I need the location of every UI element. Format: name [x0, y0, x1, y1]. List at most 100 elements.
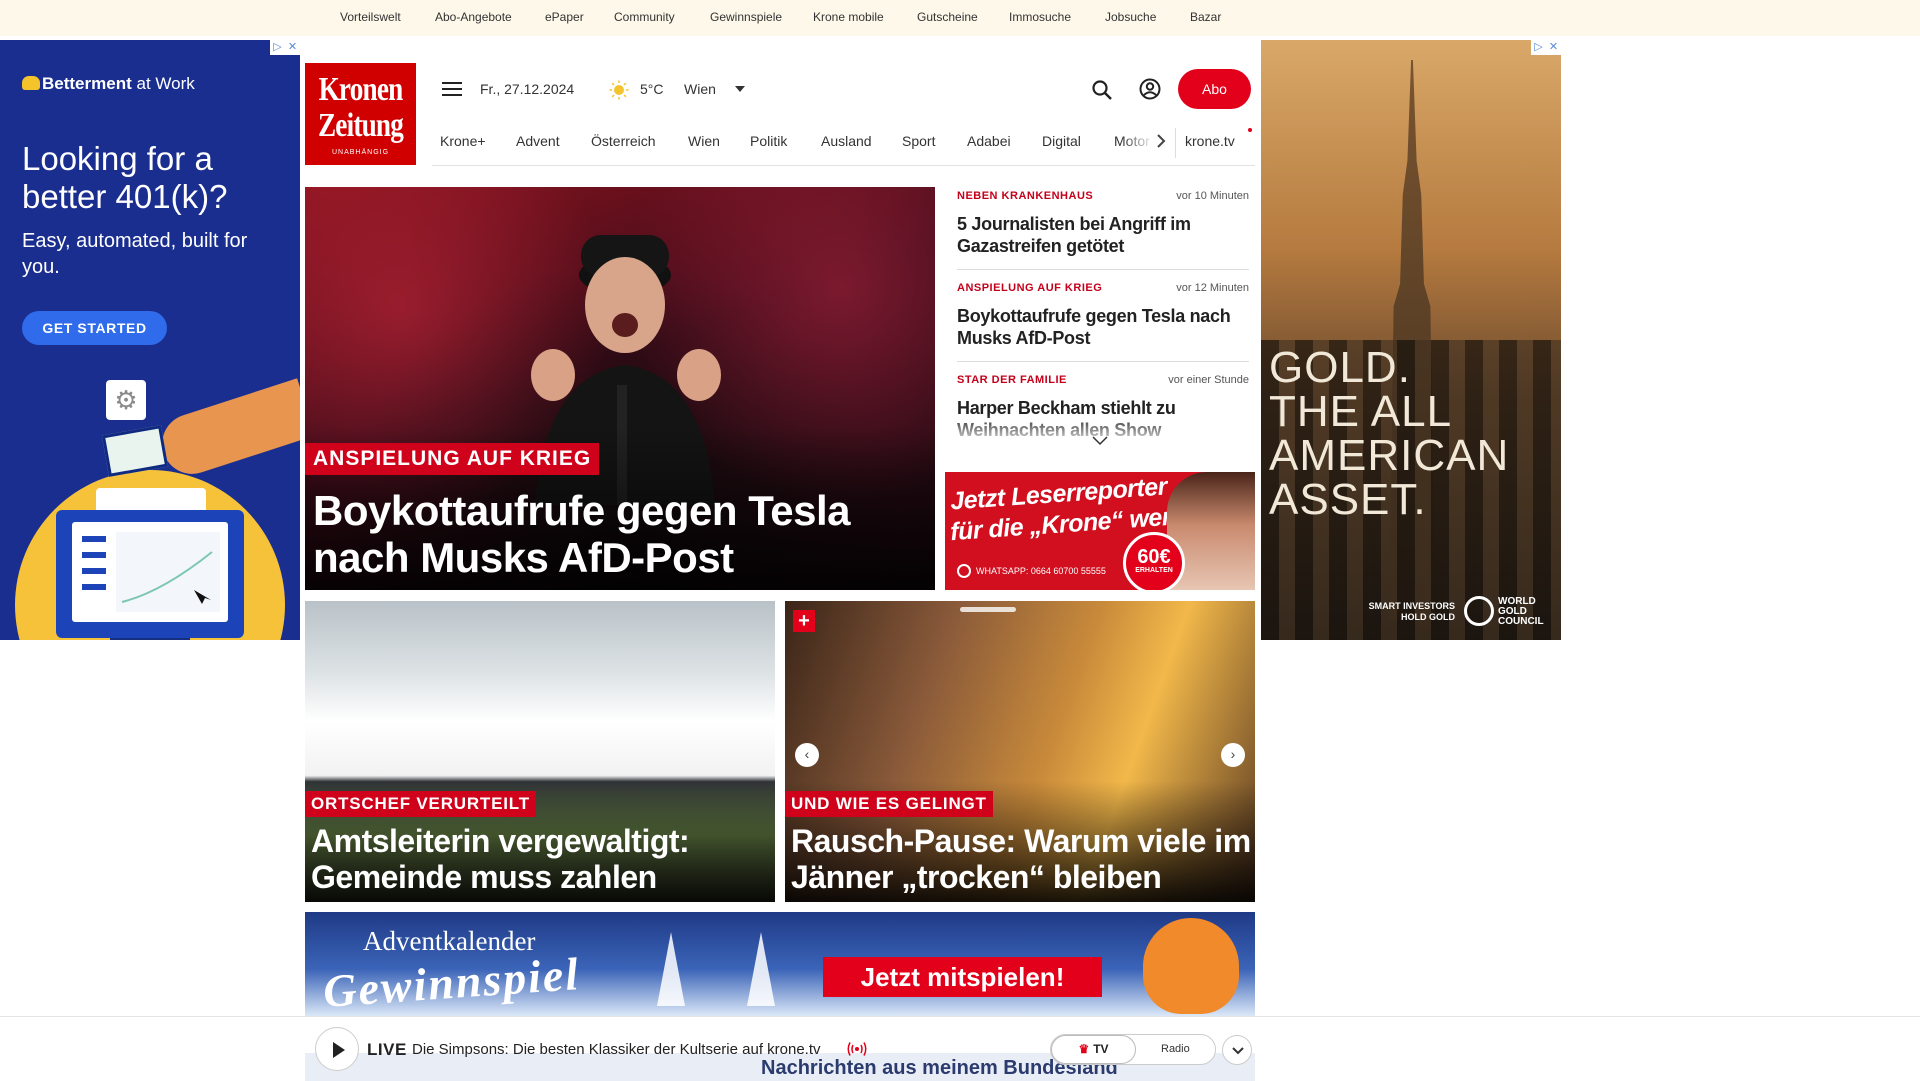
sun-icon — [609, 80, 629, 100]
chevron-right-icon[interactable] — [1154, 133, 1168, 149]
expand-player-button[interactable] — [1222, 1035, 1252, 1065]
nav-item-krone-tv[interactable]: krone.tv — [1185, 133, 1235, 149]
nav-item-politik[interactable]: Politik — [750, 133, 787, 149]
news-kicker: STAR DER FAMILIE — [957, 374, 1067, 386]
betterment-logo-icon — [22, 76, 40, 90]
krone-plus-badge: + — [793, 610, 815, 632]
whatsapp-icon — [957, 564, 971, 578]
left-ad-betterment[interactable]: Betterment at Work Looking for a better … — [0, 40, 300, 640]
close-icon[interactable]: ✕ — [1546, 40, 1561, 55]
search-icon[interactable] — [1091, 79, 1113, 101]
play-icon — [333, 1042, 345, 1058]
topbar-link-epaper[interactable]: ePaper — [545, 10, 584, 24]
news-kicker: ANSPIELUNG AUF KRIEG — [957, 282, 1103, 294]
topbar-link-krone-mobile[interactable]: Krone mobile — [813, 10, 884, 24]
live-dot-indicator — [1248, 128, 1252, 132]
topbar-link-gewinnspiele[interactable]: Gewinnspiele — [710, 10, 782, 24]
nav-item-sport[interactable]: Sport — [902, 133, 935, 149]
main-navigation: Krone+ Advent Österreich Wien Politik Au… — [432, 122, 1255, 166]
ad-gold-line: GOLD. — [1269, 343, 1411, 392]
right-ad-gold-council[interactable]: GOLD. THE ALL AMERICAN ASSET. SMART INVE… — [1261, 40, 1561, 640]
ad-subline: Easy, automated, built for you. — [22, 230, 248, 278]
ad-screen-illustration — [72, 522, 228, 622]
tv-toggle-option[interactable]: ♛ TV — [1051, 1035, 1136, 1064]
ad-choices-icon[interactable]: ▷ — [1531, 40, 1546, 55]
crown-icon: ♛ — [1078, 1042, 1090, 1056]
chevron-right-icon[interactable]: › — [1221, 743, 1245, 767]
card-kicker: UND WIE ES GELINGT — [785, 791, 993, 817]
news-kicker: NEBEN KRANKENHAUS — [957, 190, 1094, 202]
topbar-link-jobsuche[interactable]: Jobsuche — [1105, 10, 1156, 24]
city-selector[interactable]: Wien — [684, 81, 716, 97]
current-date: Fr., 27.12.2024 — [480, 81, 575, 97]
chevron-left-icon[interactable]: ‹ — [795, 743, 819, 767]
latest-news-list: NEBEN KRANKENHAUS vor 10 Minuten 5 Journ… — [947, 187, 1255, 442]
close-icon[interactable]: ✕ — [285, 40, 300, 55]
article-card-amtsleiterin[interactable]: ORTSCHEF VERURTEILT Amtsleiterin vergewa… — [305, 601, 775, 902]
ad-smart-investors: SMART INVESTORS HOLD GOLD — [1368, 601, 1455, 622]
gear-icon: ⚙ — [106, 380, 146, 420]
chevron-down-icon[interactable] — [735, 86, 745, 92]
nav-item-digital[interactable]: Digital — [1042, 133, 1081, 149]
topbar-link-gutscheine[interactable]: Gutscheine — [917, 10, 978, 24]
topbar-link-abo-angebote[interactable]: Abo-Angebote — [435, 10, 512, 24]
promo-whatsapp: WHATSAPP: 0664 60700 55555 — [957, 564, 1106, 578]
list-item[interactable]: ANSPIELUNG AUF KRIEG vor 12 Minuten Boyk… — [957, 279, 1249, 362]
news-headline[interactable]: 5 Journalisten bei Angriff im Gazastreif… — [957, 213, 1249, 257]
fox-mascot-illustration — [1143, 918, 1239, 1014]
play-button[interactable] — [315, 1027, 359, 1071]
news-headline[interactable]: Boykottaufrufe gegen Tesla nach Musks Af… — [957, 305, 1249, 349]
topbar-link-vorteilswelt[interactable]: Vorteilswelt — [340, 10, 401, 24]
ad-gold-line: ASSET. — [1269, 475, 1427, 524]
news-time: vor 10 Minuten — [1176, 190, 1249, 202]
nav-divider — [1175, 128, 1176, 158]
topbar-link-immosuche[interactable]: Immosuche — [1009, 10, 1071, 24]
promo-badge-amount: 60€ — [1137, 546, 1171, 568]
nav-item-adabei[interactable]: Adabei — [967, 133, 1011, 149]
promo-badge: 60€ ERHALTEN — [1123, 532, 1185, 590]
world-gold-council-logo-icon — [1464, 596, 1494, 626]
chevron-down-icon[interactable] — [1092, 436, 1108, 446]
chevron-down-icon — [1232, 1047, 1244, 1055]
mitspielen-button[interactable]: Jetzt mitspielen! — [823, 957, 1102, 997]
news-time: vor 12 Minuten — [1176, 282, 1249, 294]
user-account-icon[interactable] — [1139, 78, 1161, 100]
tv-label: TV — [1093, 1042, 1109, 1056]
nav-item-oesterreich[interactable]: Österreich — [591, 133, 656, 149]
article-card-rausch-pause[interactable]: + ‹ › UND WIE ES GELINGT Rausch-Pause: W… — [785, 601, 1255, 902]
ad-get-started-button[interactable]: GET STARTED — [22, 311, 167, 345]
news-time: vor einer Stunde — [1168, 374, 1249, 386]
live-stream-title[interactable]: Die Simpsons: Die besten Klassiker der K… — [412, 1041, 821, 1058]
ad-org-name: WORLD GOLD COUNCIL — [1498, 596, 1544, 627]
kronen-zeitung-logo[interactable]: Kronen Zeitung UNABHÄNGIG — [305, 63, 416, 165]
topbar-link-bazar[interactable]: Bazar — [1190, 10, 1221, 24]
ad-choices-icon[interactable]: ▷ — [270, 40, 285, 55]
hero-article[interactable]: ANSPIELUNG AUF KRIEG Boykottaufrufe gege… — [305, 187, 935, 590]
nav-item-advent[interactable]: Advent — [516, 133, 560, 149]
topbar-link-community[interactable]: Community — [614, 10, 675, 24]
ad-brand-name: Betterment — [42, 74, 132, 93]
card-title[interactable]: Rausch-Pause: Warum viele im Jänner „tro… — [791, 823, 1251, 895]
ad-hand-illustration — [154, 378, 300, 482]
radio-toggle-option[interactable]: Radio — [1161, 1035, 1190, 1064]
promo-badge-label: ERHALTEN — [1135, 567, 1173, 574]
ad-chart-illustration — [82, 532, 220, 612]
ad-monitor-stand — [110, 638, 190, 640]
leserreporter-promo[interactable]: Jetzt Leserreporter für die „Krone“ werd… — [945, 472, 1255, 590]
nav-item-wien[interactable]: Wien — [688, 133, 720, 149]
logo-line-1: Kronen — [318, 71, 404, 108]
ad-brand-suffix: at Work — [136, 74, 195, 93]
advent-line-2: Gewinnspiel — [321, 948, 582, 1016]
card-kicker: ORTSCHEF VERURTEILT — [305, 791, 536, 817]
adventkalender-banner[interactable]: Adventkalender Gewinnspiel Jetzt mitspie… — [305, 912, 1255, 1016]
nav-item-krone-plus[interactable]: Krone+ — [440, 133, 486, 149]
abo-button[interactable]: Abo — [1178, 69, 1251, 109]
hero-title[interactable]: Boykottaufrufe gegen Tesla nach Musks Af… — [313, 487, 923, 581]
top-links-bar: Vorteilswelt Abo-Angebote ePaper Communi… — [0, 0, 1920, 36]
live-player-bar: Nachrichten aus meinem Bundesland LIVE D… — [0, 1016, 1920, 1081]
live-label: LIVE — [367, 1040, 407, 1059]
card-title[interactable]: Amtsleiterin vergewaltigt: Gemeinde muss… — [311, 823, 771, 895]
hamburger-menu-icon[interactable] — [442, 82, 462, 96]
list-item[interactable]: NEBEN KRANKENHAUS vor 10 Minuten 5 Journ… — [957, 187, 1249, 270]
nav-item-ausland[interactable]: Ausland — [821, 133, 872, 149]
